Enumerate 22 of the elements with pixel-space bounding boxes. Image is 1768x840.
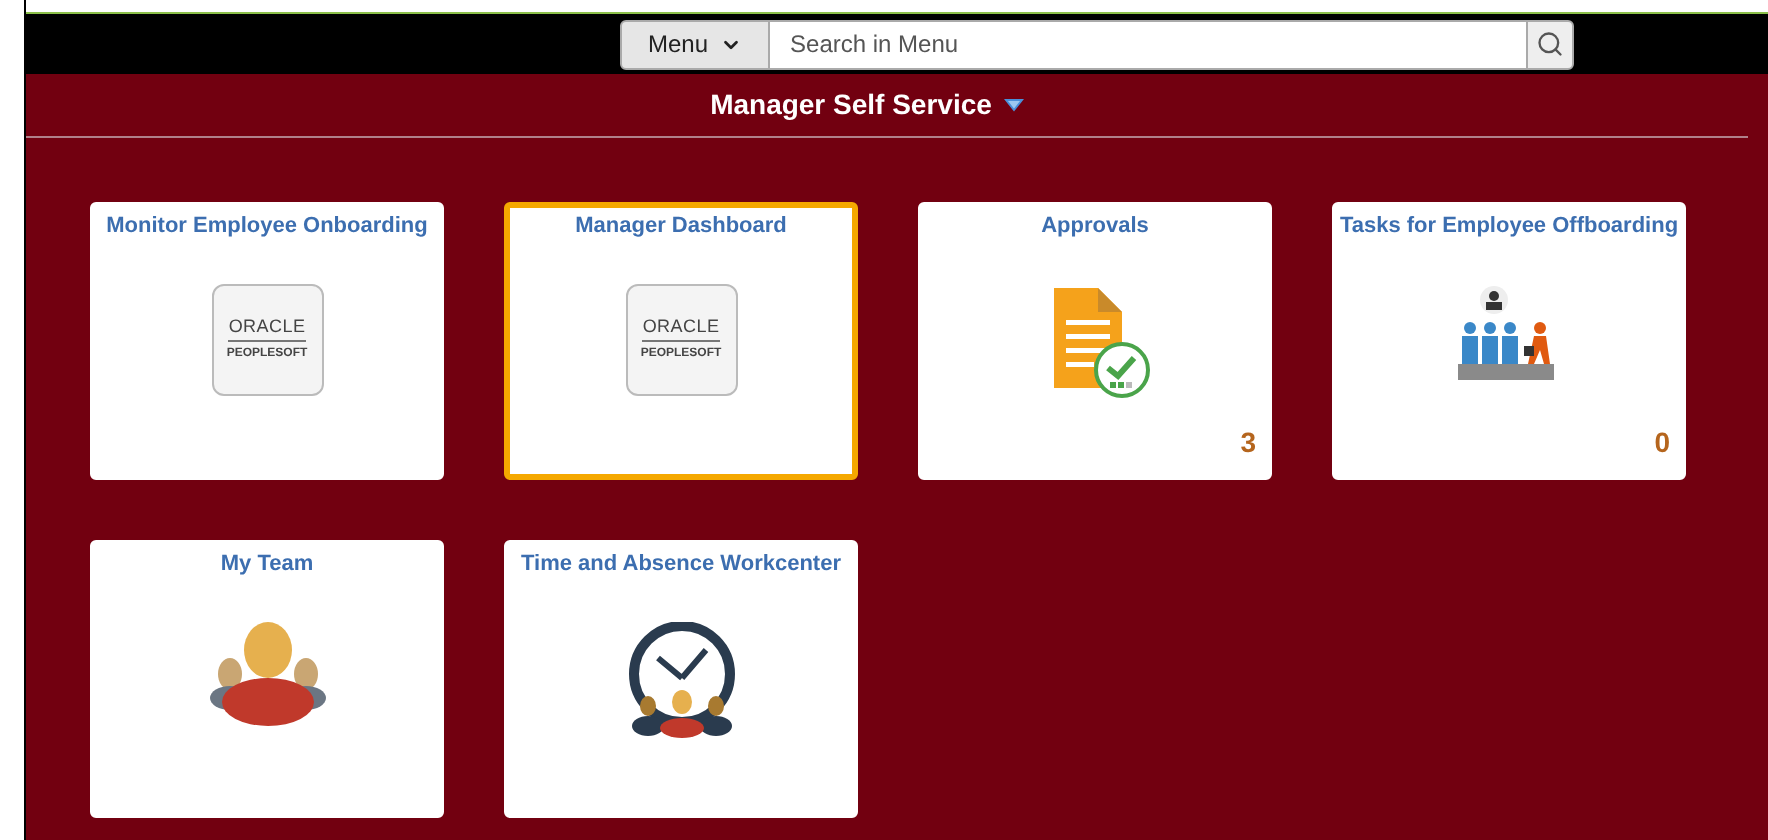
search-button[interactable] — [1526, 19, 1575, 69]
dropdown-triangle-icon[interactable] — [1003, 98, 1024, 112]
page-title: Manager Self Service — [710, 86, 992, 124]
tile-title: My Team — [220, 550, 314, 580]
tile-title: Tasks for Employee Offboarding — [1339, 212, 1679, 242]
search-icon — [1536, 30, 1565, 58]
search-field[interactable]: Search in Menu — [770, 19, 1527, 69]
app-tile[interactable]: Approvals 3 — [918, 202, 1272, 480]
logo-wordmark: ORACLE — [642, 318, 720, 342]
tile-title: Approvals — [1041, 212, 1149, 242]
team-icon — [209, 621, 325, 725]
logo-wordmark: ORACLE — [228, 318, 306, 342]
clock-with-team-icon — [625, 621, 737, 737]
tile-title: Manager Dashboard — [575, 212, 787, 242]
app-tile[interactable]: My Team — [90, 540, 444, 818]
menu-button[interactable]: Menu — [619, 19, 771, 69]
tile-title: Monitor Employee Onboarding — [106, 212, 428, 242]
tile-title: Time and Absence Workcenter — [521, 550, 841, 580]
app-tile[interactable]: Time and Absence Workcenter — [504, 540, 858, 818]
tile-count: 3 — [1240, 424, 1256, 462]
app-tile[interactable]: Tasks for Employee Offboarding 0 — [1332, 202, 1686, 480]
tile-count: 0 — [1654, 424, 1670, 462]
